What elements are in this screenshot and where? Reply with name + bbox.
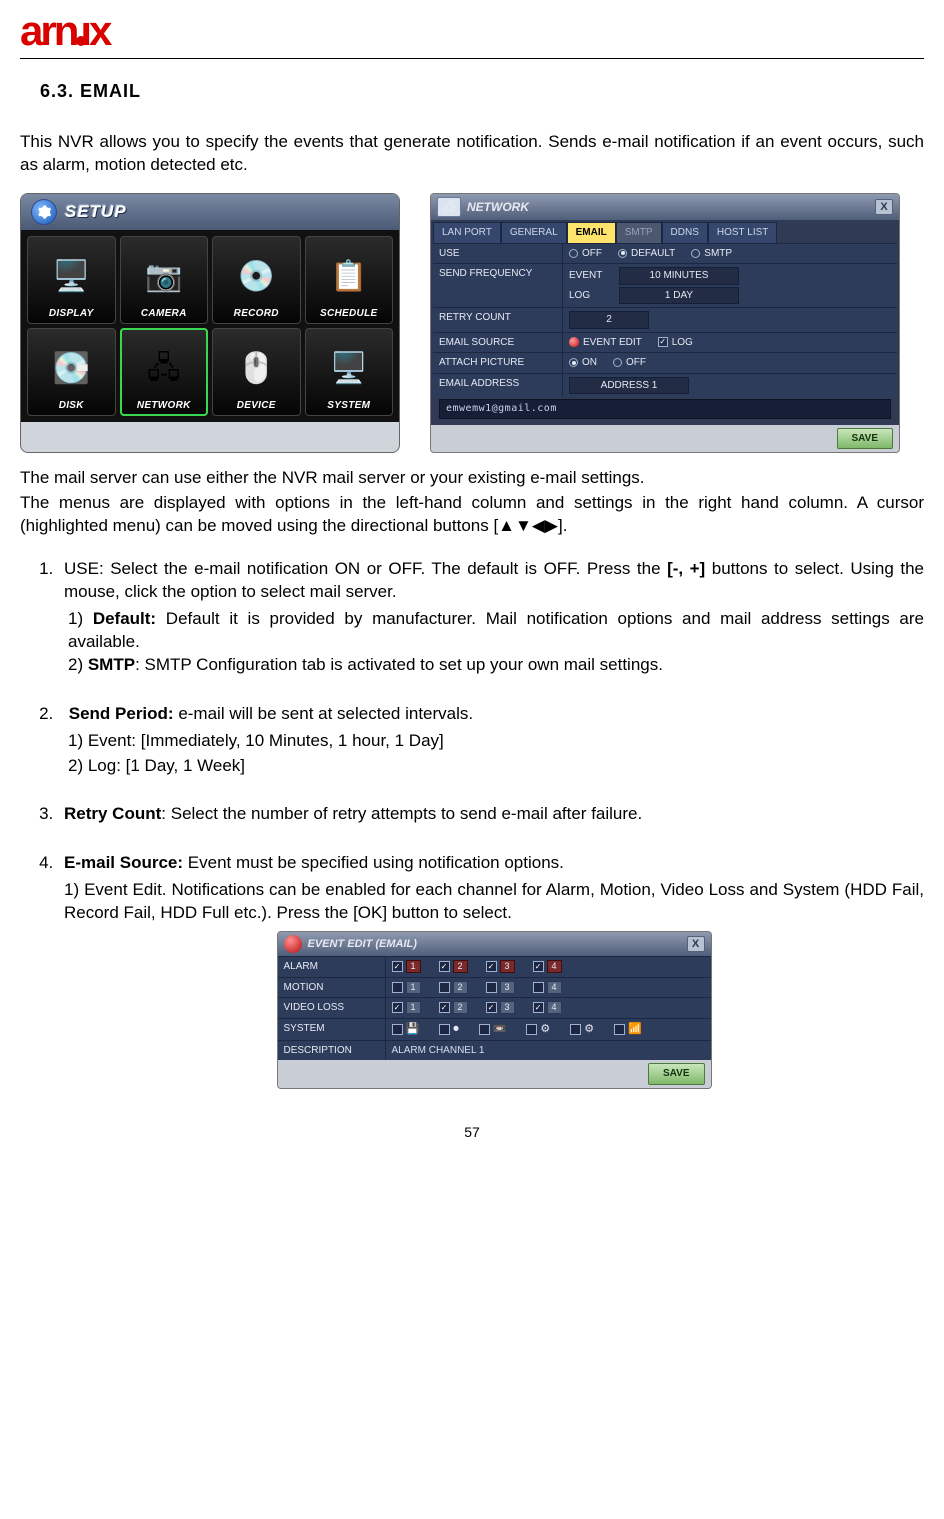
setup-panel: SETUP 🖥️ DISPLAY 📷 CAMERA 💿 RECORD 📋 SCHEDULE 💽 D…	[20, 193, 400, 453]
setup-tile-record[interactable]: 💿 RECORD	[212, 236, 301, 324]
attach-options[interactable]: ON OFF	[563, 353, 897, 373]
setup-tile-system[interactable]: 🖥️ SYSTEM	[305, 328, 394, 416]
after-screens-para-2: The menus are displayed with options in …	[20, 492, 924, 538]
setup-panel-title: SETUP	[21, 194, 399, 230]
event-row-label: SYSTEM	[278, 1019, 386, 1040]
section-heading: 6.3. EMAIL	[40, 79, 924, 103]
channel-1-checkbox[interactable]: 1	[392, 960, 421, 973]
setup-tile-schedule[interactable]: 📋 SCHEDULE	[305, 236, 394, 324]
channel-4-checkbox[interactable]: 4	[533, 981, 562, 994]
after-screens-para-1: The mail server can use either the NVR m…	[20, 467, 924, 490]
event-edit-button[interactable]: EVENT EDIT	[569, 336, 642, 350]
tile-label: CAMERA	[141, 307, 187, 321]
log-checkbox[interactable]: LOG	[658, 336, 693, 350]
attach-label: ATTACH PICTURE	[433, 353, 563, 373]
channel-2-checkbox[interactable]: 2	[439, 960, 468, 973]
setup-tile-camera[interactable]: 📷 CAMERA	[120, 236, 209, 324]
event-row-motion-options[interactable]: 1 2 3 4	[386, 978, 711, 998]
tile-label: SCHEDULE	[320, 307, 377, 321]
display-icon: 🖥️	[48, 255, 94, 301]
page-number: 57	[20, 1123, 924, 1142]
event-description-label: DESCRIPTION	[278, 1041, 386, 1061]
tile-label: RECORD	[234, 307, 279, 321]
channel-2-checkbox[interactable]: 2	[439, 1001, 468, 1014]
list-item-email-source: E-mail Source: Event must be specified u…	[58, 852, 924, 1088]
network-email-dialog: 🖧 NETWORK X LAN PORTGENERALEMAILSMTPDDNS…	[430, 193, 900, 453]
event-description-value: ALARM CHANNEL 1	[386, 1041, 711, 1061]
use-label: USE	[433, 244, 563, 264]
setup-tile-disk[interactable]: 💽 DISK	[27, 328, 116, 416]
use-options[interactable]: OFF DEFAULT SMTP	[563, 244, 897, 264]
channel-4-checkbox[interactable]: 4	[533, 960, 562, 973]
device-icon: 🖱️	[233, 347, 279, 393]
tab-general[interactable]: GENERAL	[501, 222, 567, 243]
send-freq-log[interactable]: LOG 1 DAY	[569, 287, 891, 305]
attach-option-off[interactable]: OFF	[613, 356, 646, 370]
retry-value[interactable]: 2	[563, 308, 897, 332]
camera-icon: 📷	[141, 255, 187, 301]
use-option-off[interactable]: OFF	[569, 247, 602, 261]
channel-3-checkbox[interactable]: 3	[486, 1001, 515, 1014]
channel-4-checkbox[interactable]: 4	[533, 1001, 562, 1014]
close-icon[interactable]: X	[875, 199, 893, 215]
channel-1-checkbox[interactable]: 1	[392, 1001, 421, 1014]
event-row-label: ALARM	[278, 957, 386, 977]
use-option-smtp[interactable]: SMTP	[691, 247, 732, 261]
channel-3-checkbox[interactable]: 3	[486, 960, 515, 973]
event-row-video-loss-options[interactable]: 1 2 3 4	[386, 998, 711, 1018]
network-icon: 🖧	[437, 197, 461, 217]
save-button[interactable]: SAVE	[648, 1063, 705, 1085]
event-edit-dialog: EVENT EDIT (EMAIL) X ALARM 1 2 3 4 MOTION 1 2 3 4…	[277, 931, 712, 1088]
channel-3-checkbox[interactable]: 3	[486, 981, 515, 994]
channel-1-checkbox[interactable]: 1	[392, 981, 421, 994]
tile-label: DISK	[59, 399, 84, 413]
tab-host-list[interactable]: HOST LIST	[708, 222, 778, 243]
beacon-icon	[284, 935, 302, 953]
tile-label: DISPLAY	[49, 307, 94, 321]
setup-tile-network[interactable]: 🖧 NETWORK	[120, 328, 209, 416]
list-item-use: USE: Select the e-mail notification ON o…	[58, 558, 924, 677]
send-freq-event[interactable]: EVENT 10 MINUTES	[569, 267, 891, 285]
use-option-default[interactable]: DEFAULT	[618, 247, 675, 261]
event-edit-titlebar: EVENT EDIT (EMAIL) X	[278, 932, 711, 956]
beacon-icon	[569, 337, 579, 347]
tile-label: DEVICE	[237, 399, 276, 413]
tab-email[interactable]: EMAIL	[567, 222, 616, 243]
tile-label: NETWORK	[137, 399, 191, 413]
list-item-send-period: Send Period: e-mail will be sent at sele…	[58, 703, 924, 778]
instruction-list: USE: Select the e-mail notification ON o…	[58, 558, 924, 1089]
save-button[interactable]: SAVE	[837, 428, 894, 450]
network-dialog-titlebar: 🖧 NETWORK X	[431, 194, 899, 220]
schedule-icon: 📋	[326, 255, 372, 301]
email-address-field[interactable]: ADDRESS 1	[563, 374, 897, 398]
tab-ddns[interactable]: DDNS	[662, 222, 708, 243]
network-tabs: LAN PORTGENERALEMAILSMTPDDNSHOST LIST	[433, 222, 897, 243]
setup-tile-display[interactable]: 🖥️ DISPLAY	[27, 236, 116, 324]
retry-label: RETRY COUNT	[433, 308, 563, 332]
setup-tile-device[interactable]: 🖱️ DEVICE	[212, 328, 301, 416]
system-icon: 🖥️	[326, 347, 372, 393]
source-label: EMAIL SOURCE	[433, 333, 563, 353]
network-icon: 🖧	[141, 347, 187, 393]
tab-smtp[interactable]: SMTP	[616, 222, 662, 243]
attach-option-on[interactable]: ON	[569, 356, 597, 370]
channel-2-checkbox[interactable]: 2	[439, 981, 468, 994]
event-row-alarm-options[interactable]: 1 2 3 4	[386, 957, 711, 977]
close-icon[interactable]: X	[687, 936, 705, 952]
tab-lan-port[interactable]: LAN PORT	[433, 222, 501, 243]
event-row-label: VIDEO LOSS	[278, 998, 386, 1018]
email-address-value[interactable]: emwemw1@gmail.com	[439, 399, 891, 419]
tile-label: SYSTEM	[327, 399, 370, 413]
email-address-label: EMAIL ADDRESS	[433, 374, 563, 398]
event-row-system-options[interactable]: 💾⏺📼⚙⚙📶	[386, 1019, 711, 1040]
list-item-retry: Retry Count: Select the number of retry …	[58, 803, 924, 826]
brand-logo: arnıx	[20, 10, 924, 52]
gear-icon	[31, 199, 57, 225]
record-icon: 💿	[233, 255, 279, 301]
disk-icon: 💽	[48, 347, 94, 393]
send-freq-label: SEND FREQUENCY	[433, 264, 563, 307]
event-row-label: MOTION	[278, 978, 386, 998]
intro-paragraph: This NVR allows you to specify the event…	[20, 131, 924, 177]
header-rule	[20, 58, 924, 59]
